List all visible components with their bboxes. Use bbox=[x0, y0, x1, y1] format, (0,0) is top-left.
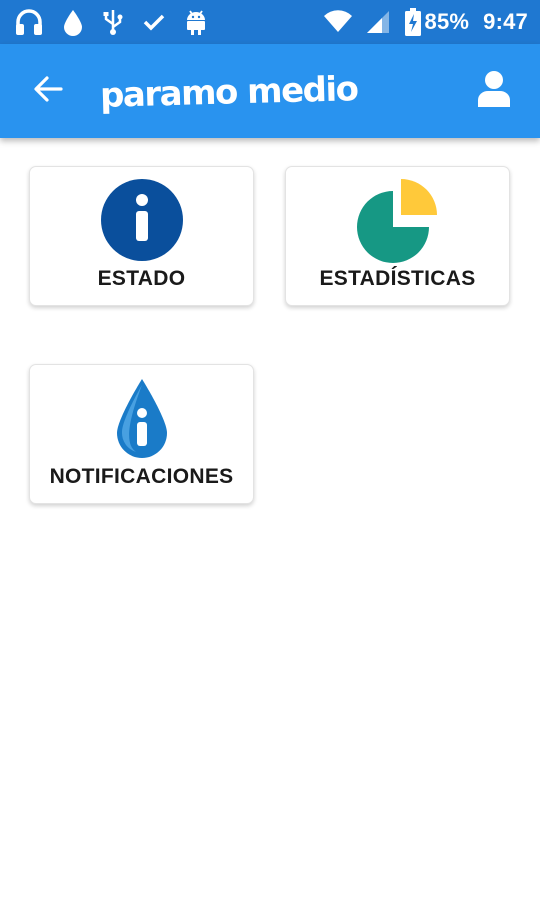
person-icon bbox=[477, 70, 511, 113]
water-drop-icon bbox=[62, 8, 84, 36]
notificaciones-label: NOTIFICACIONES bbox=[49, 465, 234, 488]
water-drop-info-icon bbox=[30, 377, 253, 459]
arrow-back-icon bbox=[33, 75, 63, 108]
app-title: paramo medio bbox=[99, 69, 358, 116]
signal-icon bbox=[365, 9, 391, 35]
wifi-icon bbox=[323, 10, 353, 34]
pie-chart-icon bbox=[286, 179, 509, 263]
profile-button[interactable] bbox=[474, 70, 514, 113]
status-bar-right: 85% 9:47 bbox=[323, 8, 528, 36]
headphones-icon bbox=[14, 8, 44, 36]
estadisticas-card[interactable]: ESTADÍSTICAS bbox=[285, 166, 510, 306]
battery-charging-icon bbox=[404, 8, 421, 36]
check-icon bbox=[142, 10, 166, 34]
clock: 9:47 bbox=[483, 9, 528, 34]
status-bar: 85% 9:47 bbox=[0, 0, 540, 44]
estado-label: ESTADO bbox=[97, 267, 186, 290]
estado-card[interactable]: ESTADO bbox=[29, 166, 254, 306]
info-circle-icon bbox=[30, 179, 253, 261]
notificaciones-card[interactable]: NOTIFICACIONES bbox=[29, 364, 254, 504]
android-icon bbox=[184, 8, 208, 36]
usb-icon bbox=[102, 8, 124, 36]
status-bar-left bbox=[14, 8, 226, 36]
estadisticas-label: ESTADÍSTICAS bbox=[319, 267, 476, 290]
battery-percent: 85% bbox=[424, 9, 470, 34]
app-bar: paramo medio bbox=[0, 44, 540, 138]
back-button[interactable] bbox=[32, 75, 64, 107]
